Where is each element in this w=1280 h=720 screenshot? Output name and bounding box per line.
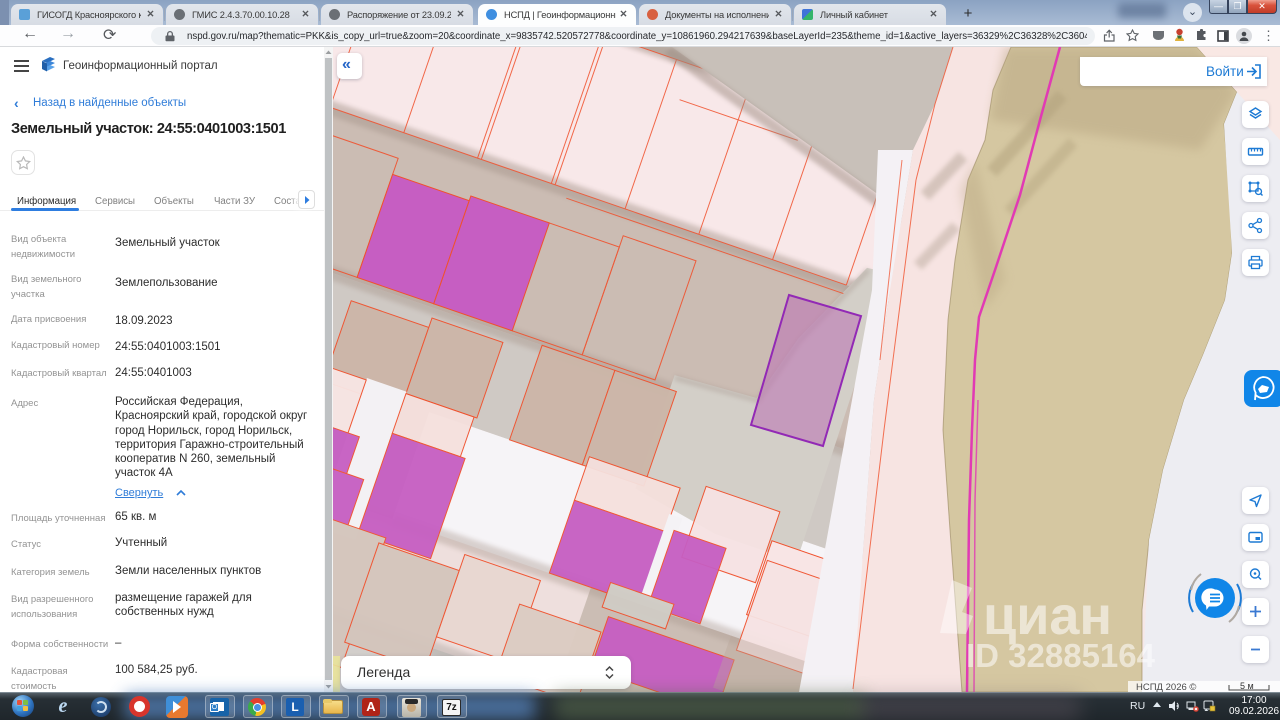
svg-text:ID 32885164: ID 32885164 xyxy=(966,637,1156,674)
svg-text:НСПД 2026 ©: НСПД 2026 © xyxy=(1136,682,1196,692)
